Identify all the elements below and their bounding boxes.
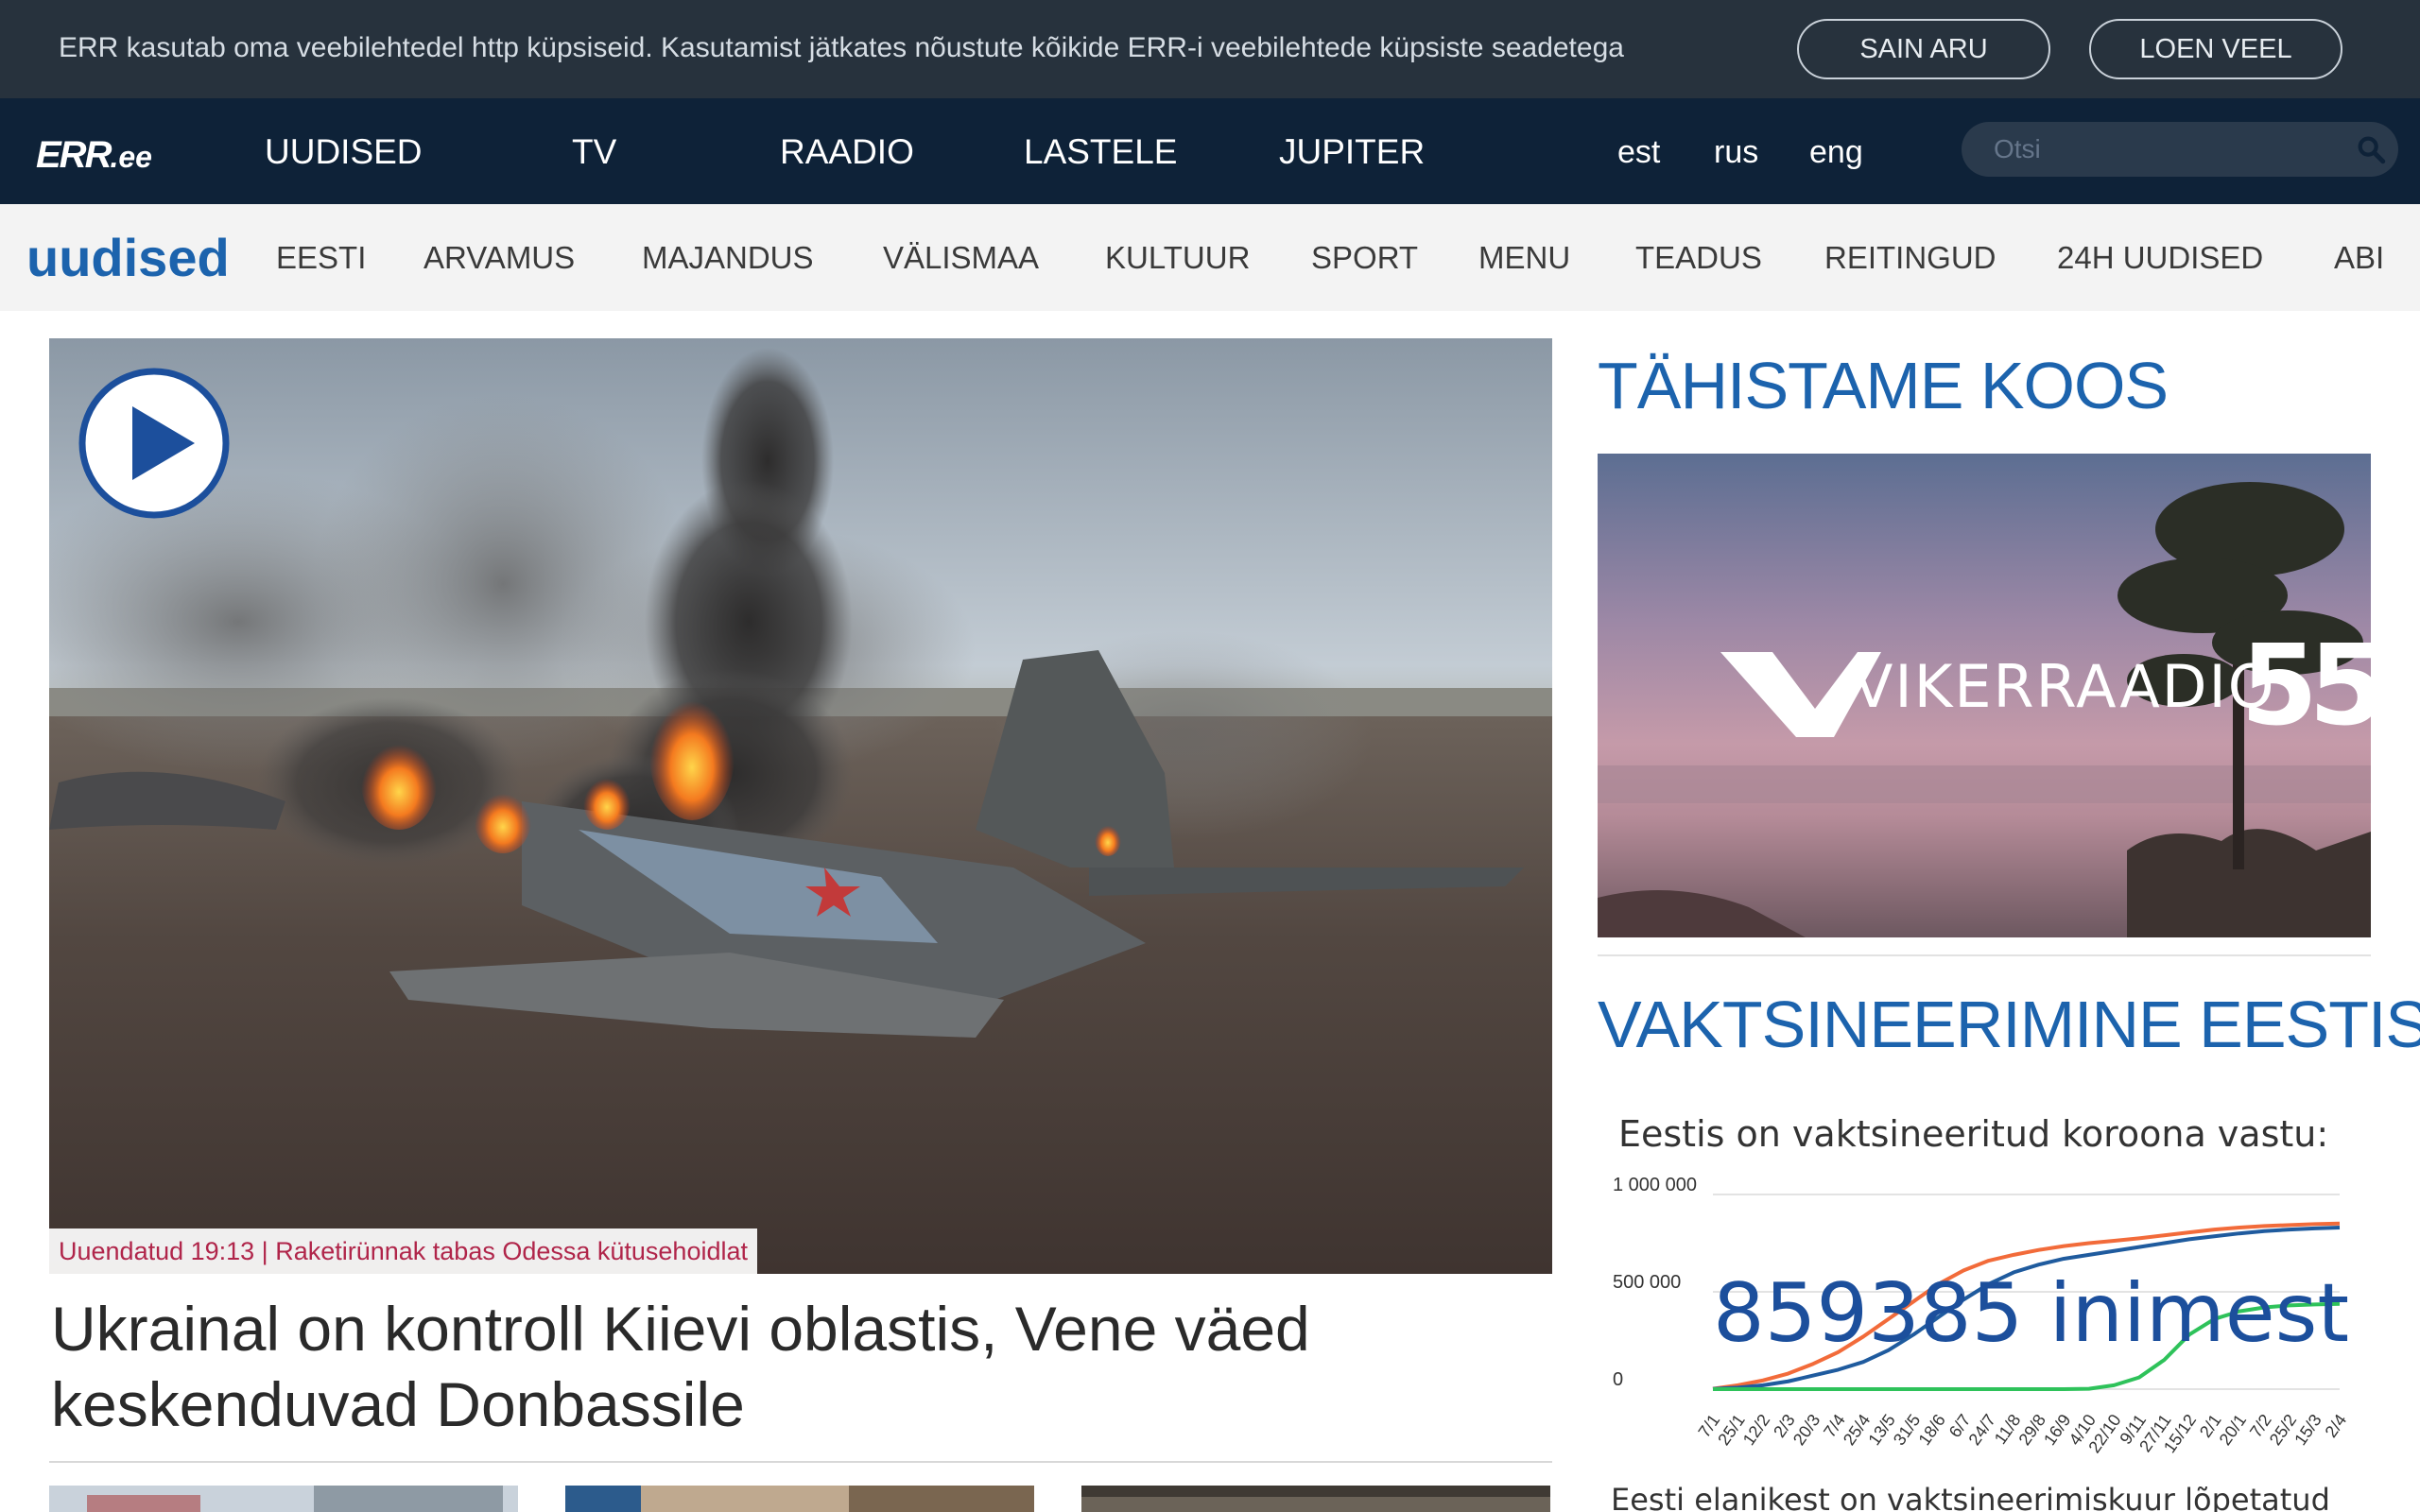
lang-eng[interactable]: eng bbox=[1809, 134, 1863, 171]
play-video-icon[interactable] bbox=[78, 367, 231, 520]
subnav-eesti[interactable]: EESTI bbox=[276, 240, 366, 276]
search-input[interactable] bbox=[1994, 130, 2334, 168]
x-tick-label: 25/4 bbox=[1840, 1411, 1874, 1449]
article-thumbnail[interactable] bbox=[565, 1486, 1034, 1512]
x-tick-label: 2/4 bbox=[2322, 1411, 2351, 1441]
nav-raadio[interactable]: RAADIO bbox=[780, 132, 914, 172]
subnav-majandus[interactable]: MAJANDUS bbox=[642, 240, 814, 276]
logo-suffix: .ee bbox=[110, 140, 152, 174]
subnav-abi[interactable]: ABI bbox=[2334, 240, 2384, 276]
subnav-arvamus[interactable]: ARVAMUS bbox=[424, 240, 575, 276]
cookie-read-more-button[interactable]: LOEN VEEL bbox=[2089, 19, 2342, 79]
section-title[interactable]: uudised bbox=[26, 227, 230, 288]
x-tick-label: 12/2 bbox=[1739, 1411, 1773, 1449]
sidebar-divider bbox=[1598, 954, 2371, 956]
search-box bbox=[1962, 122, 2398, 177]
x-tick-label: 29/8 bbox=[2015, 1411, 2049, 1449]
nav-uudised[interactable]: UUDISED bbox=[265, 132, 423, 172]
subnav-valismaa[interactable]: VÄLISMAA bbox=[883, 240, 1039, 276]
x-tick-label: 20/3 bbox=[1789, 1411, 1824, 1449]
x-tick-label: 20/1 bbox=[2216, 1411, 2250, 1449]
search-icon[interactable] bbox=[2355, 133, 2387, 165]
cookie-text: ERR kasutab oma veebilehtedel http küpsi… bbox=[59, 32, 1624, 63]
x-tick-label: 16/9 bbox=[2040, 1411, 2074, 1449]
nav-jupiter[interactable]: JUPITER bbox=[1279, 132, 1425, 172]
content-divider bbox=[49, 1461, 1552, 1463]
article-headline[interactable]: Ukrainal on kontroll Kiievi oblastis, Ve… bbox=[51, 1291, 1526, 1442]
cookie-accept-button[interactable]: SAIN ARU bbox=[1797, 19, 2050, 79]
hero-image[interactable] bbox=[49, 338, 1552, 1274]
subnav-kultuur[interactable]: KULTUUR bbox=[1105, 240, 1250, 276]
crashed-jet-photo bbox=[49, 338, 1552, 1274]
x-tick-label: 24/7 bbox=[1965, 1411, 1999, 1449]
vaccination-footnote: Eesti elanikest on vaktsineerimiskuur lõ… bbox=[1611, 1482, 2330, 1512]
main-navigation: ERR.ee UUDISED TV RAADIO LASTELE JUPITER… bbox=[0, 98, 2420, 204]
nav-tv[interactable]: TV bbox=[572, 132, 616, 172]
subnav-teadus[interactable]: TEADUS bbox=[1635, 240, 1762, 276]
vikerraadio-banner[interactable]: VIKERRAADIO 55 bbox=[1598, 454, 2371, 937]
logo-main-text: ERR bbox=[36, 134, 112, 176]
y-tick-label: 500 000 bbox=[1613, 1272, 1681, 1293]
cookie-banner: ERR kasutab oma veebilehtedel http küpsi… bbox=[0, 0, 2420, 98]
x-tick-label: 15/3 bbox=[2290, 1411, 2325, 1449]
vikerraadio-wordmark: VIKERRAADIO bbox=[1853, 652, 2276, 721]
x-tick-label: 11/8 bbox=[1991, 1411, 2025, 1448]
x-tick-label: 25/1 bbox=[1714, 1411, 1748, 1449]
promo-title[interactable]: TÄHISTAME KOOS bbox=[1598, 348, 2169, 423]
lang-est[interactable]: est bbox=[1617, 134, 1660, 171]
vaccinated-count: 859385 inimest bbox=[1713, 1266, 2350, 1361]
x-tick-label: 25/2 bbox=[2266, 1411, 2300, 1449]
x-tick-label: 31/5 bbox=[1890, 1411, 1924, 1449]
vikerraadio-anniversary-number: 55 bbox=[2240, 620, 2371, 750]
x-tick-label: 13/5 bbox=[1864, 1411, 1898, 1449]
nav-lastele[interactable]: LASTELE bbox=[1024, 132, 1177, 172]
article-kicker[interactable]: Uuendatud 19:13 | Raketirünnak tabas Ode… bbox=[49, 1228, 757, 1274]
article-thumbnail[interactable] bbox=[1081, 1486, 1550, 1512]
subnav-menu[interactable]: MENU bbox=[1478, 240, 1570, 276]
section-navigation: uudised EESTI ARVAMUS MAJANDUS VÄLISMAA … bbox=[0, 204, 2420, 311]
x-tick-label: 18/6 bbox=[1914, 1411, 1948, 1449]
err-logo[interactable]: ERR.ee bbox=[36, 134, 152, 177]
subnav-sport[interactable]: SPORT bbox=[1311, 240, 1418, 276]
lang-rus[interactable]: rus bbox=[1714, 134, 1758, 171]
y-tick-label: 0 bbox=[1613, 1369, 1623, 1390]
y-tick-label: 1 000 000 bbox=[1613, 1175, 1697, 1195]
subnav-24h-uudised[interactable]: 24H UUDISED bbox=[2057, 240, 2263, 276]
article-thumbnail[interactable] bbox=[49, 1486, 518, 1512]
subnav-reitingud[interactable]: REITINGUD bbox=[1824, 240, 1996, 276]
vaccination-title[interactable]: VAKTSINEERIMINE EESTIS bbox=[1598, 987, 2420, 1062]
vaccination-caption: Eestis on vaktsineeritud koroona vastu: bbox=[1618, 1113, 2329, 1155]
